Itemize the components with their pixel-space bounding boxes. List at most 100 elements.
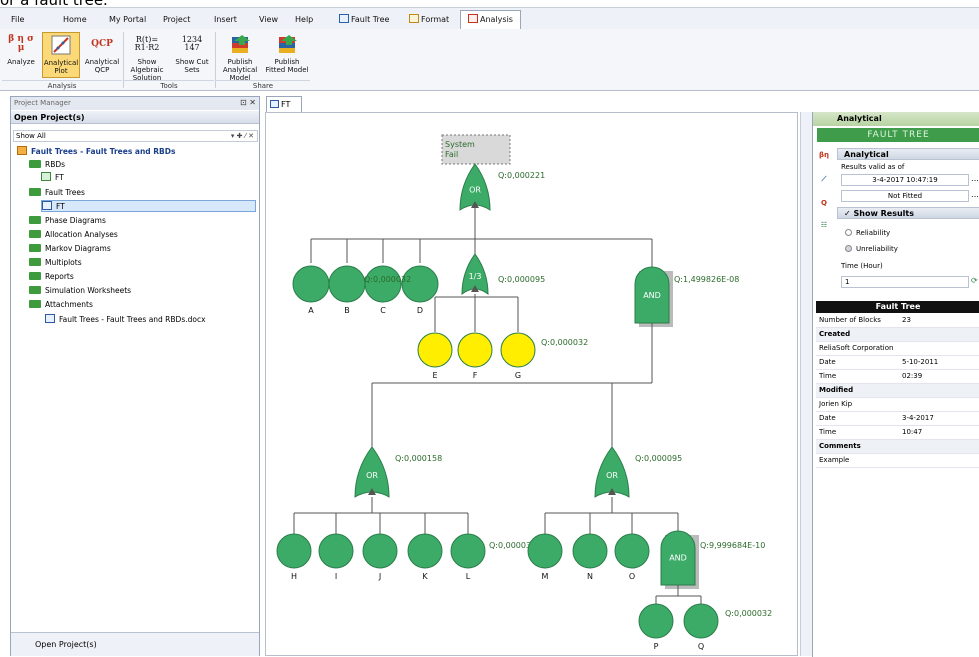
basic-event-k[interactable]: [407, 533, 443, 569]
basic-event-p[interactable]: [638, 603, 674, 639]
analyze-button[interactable]: β η σ μ Analyze: [2, 32, 40, 78]
publish-analytical-model-button[interactable]: Publish Analytical Model: [216, 32, 264, 82]
publish-fitted-model-button[interactable]: Publish Fitted Model: [264, 32, 310, 78]
basic-event-m[interactable]: [527, 533, 563, 569]
tree-item[interactable]: Attachments: [29, 299, 93, 311]
show-results-label: Show Results: [853, 209, 915, 218]
reliability-radio[interactable]: Reliability: [845, 228, 890, 238]
analytical-section[interactable]: Analytical: [837, 148, 979, 160]
show-algebraic-solution-button[interactable]: R(t)= R1·R2 Show Algebraic Solution: [124, 32, 170, 83]
unreliability-label: Unreliability: [856, 245, 898, 253]
menu-project[interactable]: Project: [156, 11, 197, 30]
diagram-canvas[interactable]: System Fail OR Q:0,000221 A B C D Q:0,000032 1/3 Q…: [265, 112, 798, 656]
tree-item[interactable]: Reports: [29, 271, 74, 283]
basic-event-d[interactable]: [401, 265, 439, 303]
publish-analytical-label: Publish Analytical Model: [222, 58, 258, 82]
basic-event-q[interactable]: [683, 603, 719, 639]
tree-item[interactable]: Simulation Worksheets: [29, 285, 131, 297]
basic-event-i[interactable]: [318, 533, 354, 569]
analytical-qcp-label: Analytical QCP: [84, 58, 120, 74]
analysis-icon: [468, 14, 478, 23]
more-icon[interactable]: …: [971, 174, 979, 186]
vertical-scrollbar[interactable]: [800, 112, 812, 656]
analyze-label: Analyze: [7, 58, 35, 66]
show-cut-sets-button[interactable]: 1234 147 Show Cut Sets: [172, 32, 212, 78]
fault-tree-icon: [42, 201, 52, 210]
property-key: Comments: [819, 442, 861, 450]
basic-event-j[interactable]: [362, 533, 398, 569]
menu-bar: File Home My Portal Project Insert View …: [0, 7, 979, 29]
event-label: N: [587, 572, 593, 581]
folder-icon: [29, 300, 41, 308]
basic-event-c[interactable]: [364, 265, 402, 303]
event-label: O: [629, 572, 635, 581]
tree-item[interactable]: FT: [41, 200, 256, 212]
menu-home[interactable]: Home: [56, 11, 94, 30]
unreliability-radio[interactable]: Unreliability: [845, 244, 898, 254]
basic-event-b[interactable]: [328, 265, 366, 303]
ribbon: β η σ μ Analyze Analytical Plot QCP Anal…: [0, 29, 979, 91]
tree-item[interactable]: FT: [41, 172, 64, 184]
event-label: Q: [698, 642, 704, 651]
fitted-status: Not Fitted: [841, 190, 969, 202]
refresh-icon[interactable]: ⟳: [971, 276, 979, 288]
tree-item[interactable]: Multiplots: [29, 257, 82, 269]
tree-item[interactable]: Fault Trees: [29, 187, 85, 199]
tab-ft[interactable]: FT✕: [266, 96, 302, 125]
beta-icon[interactable]: βη: [817, 148, 831, 162]
basic-event-a[interactable]: [292, 265, 330, 303]
time-input[interactable]: 1: [841, 276, 969, 288]
tree-item-label: FT: [56, 202, 65, 211]
tree-item-label: Fault Trees - Fault Trees and RBDs: [31, 147, 176, 156]
analytical-plot-button[interactable]: Analytical Plot: [42, 32, 80, 78]
checkbox-icon: ✓: [844, 209, 854, 218]
close-icon[interactable]: ✕: [249, 98, 256, 107]
rbd-icon: [41, 172, 51, 181]
basic-event-h[interactable]: [276, 533, 312, 569]
tree-item[interactable]: Fault Trees - Fault Trees and RBDs: [17, 146, 175, 158]
menu-analysis[interactable]: Analysis: [460, 10, 521, 29]
event-label: I: [335, 572, 337, 581]
tree-item[interactable]: Markov Diagrams: [29, 243, 111, 255]
properties-row: Number of Blocks 23: [816, 314, 979, 328]
menu-view[interactable]: View: [252, 11, 285, 30]
show-results-checkbox[interactable]: ✓ Show Results: [837, 207, 979, 219]
folder-icon: [29, 272, 41, 280]
cut-sets-icon: 1234 147: [181, 35, 203, 52]
algebra-icon: R(t)= R1·R2: [134, 35, 160, 52]
basic-event-f[interactable]: [457, 332, 493, 368]
analytical-qcp-button[interactable]: QCP Analytical QCP: [82, 32, 122, 78]
probability-label: Q:0,000032: [541, 338, 588, 347]
publish-icon: [273, 32, 301, 56]
menu-insert[interactable]: Insert: [207, 11, 244, 30]
top-event-label: System: [445, 140, 475, 149]
more-icon[interactable]: …: [971, 190, 979, 202]
tree-item[interactable]: Allocation Analyses: [29, 229, 118, 241]
show-all-dropdown[interactable]: Show All ▾ ✚ ⁄ ✕: [13, 130, 258, 142]
menu-format[interactable]: Format: [402, 11, 456, 30]
open-projects-bottom-tab[interactable]: Open Project(s): [11, 632, 259, 656]
dropdown-controls-icon[interactable]: ▾ ✚ ⁄ ✕: [231, 131, 254, 142]
basic-event-o[interactable]: [614, 533, 650, 569]
property-key: ReliaSoft Corporation: [819, 344, 894, 352]
tree-item[interactable]: Phase Diagrams: [29, 215, 106, 227]
event-label: G: [515, 371, 521, 380]
basic-event-l[interactable]: [450, 533, 486, 569]
tree-icon[interactable]: ☷: [817, 218, 831, 232]
menu-fault-tree[interactable]: Fault Tree: [332, 11, 396, 30]
menu-help[interactable]: Help: [288, 11, 320, 30]
folder-icon: [29, 258, 41, 266]
tree-item[interactable]: Fault Trees - Fault Trees and RBDs.docx: [45, 314, 206, 326]
analytical-panel-header: Analytical: [813, 112, 979, 126]
basic-event-g[interactable]: [500, 332, 536, 368]
pin-icon[interactable]: ⊡: [240, 98, 247, 107]
qcp-icon[interactable]: Q: [817, 196, 831, 210]
menu-file[interactable]: File: [4, 11, 31, 30]
basic-event-n[interactable]: [572, 533, 608, 569]
probability-label: Q:0,000032: [725, 609, 772, 618]
plot-icon[interactable]: ⟋: [817, 172, 831, 186]
basic-event-e[interactable]: [417, 332, 453, 368]
menu-my-portal[interactable]: My Portal: [102, 11, 153, 30]
event-label: F: [473, 371, 478, 380]
tree-item[interactable]: RBDs: [29, 159, 65, 171]
